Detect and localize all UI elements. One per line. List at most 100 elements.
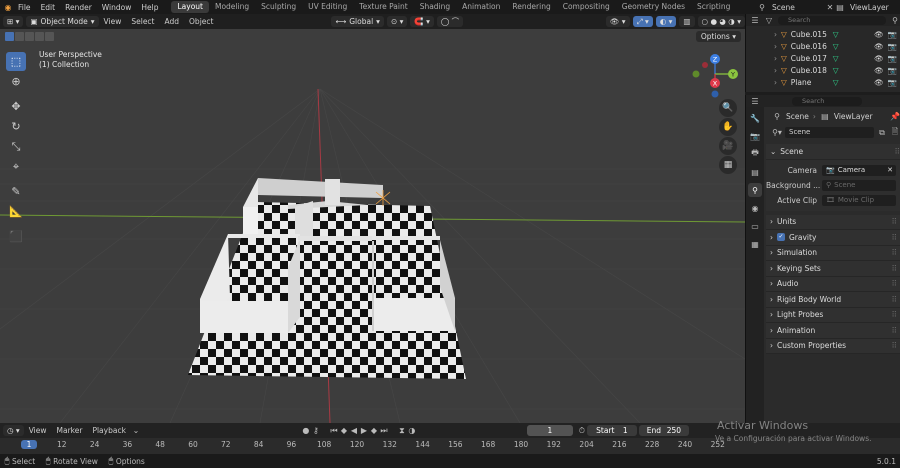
pivot-selector[interactable]: ⊙ ▾ — [386, 16, 408, 27]
measure-tool-icon[interactable]: 📐 — [6, 202, 26, 221]
outliner-item[interactable]: › ▽ Cube.016 ▽ 👁 📷 — [746, 40, 900, 52]
drag-handle-icon[interactable]: ⠿ — [892, 217, 898, 226]
scene-icon[interactable]: ⚲ — [757, 3, 767, 12]
camera-view-icon[interactable]: 🎥 — [719, 137, 737, 155]
tab-compositing[interactable]: Compositing — [557, 1, 616, 13]
subpanel-header[interactable]: › Keying Sets ⠿ — [766, 261, 900, 277]
menu-edit[interactable]: Edit — [36, 3, 61, 12]
visibility-toggle[interactable]: 👁 ▾ — [605, 16, 630, 27]
shading-modes[interactable]: ○ ● ◕ ◑ ▾ — [697, 16, 745, 27]
xray-toggle[interactable]: ▥ — [679, 16, 695, 27]
subpanel-header[interactable]: › Units ⠿ — [766, 214, 900, 230]
record-icon[interactable]: ● — [301, 426, 311, 435]
tab-geometry-nodes[interactable]: Geometry Nodes — [616, 1, 691, 13]
3d-viewport[interactable]: Z Y X User Perspective (1) Collection Op… — [0, 29, 745, 423]
viewport-menu-add[interactable]: Add — [160, 17, 185, 26]
next-keyframe-icon[interactable]: ◆ — [369, 426, 379, 435]
view-layer-tab-icon[interactable]: ▤ — [748, 165, 762, 179]
sync-icon[interactable]: ◑ — [407, 426, 417, 435]
visibility-eye-icon[interactable]: 👁 — [874, 54, 884, 63]
add-cube-tool-icon[interactable]: ⬛ — [6, 227, 26, 246]
keying-icon[interactable]: ⚷ — [311, 426, 321, 435]
output-tab-icon[interactable]: 🖶 — [748, 147, 762, 161]
keyframe-filter-icon[interactable]: ⧗ — [397, 426, 407, 436]
timeline-menu-marker[interactable]: Marker — [52, 426, 88, 435]
close-scene-icon[interactable]: ✕ — [825, 3, 835, 12]
options-button[interactable]: Options ▾ — [695, 31, 741, 42]
scene-panel-header[interactable]: ⌄ Scene ⠿ — [766, 144, 900, 160]
render-camera-icon[interactable]: 📷 — [888, 66, 897, 75]
ortho-grid-icon[interactable]: ▦ — [719, 156, 737, 174]
mode-selector[interactable]: ▣ Object Mode ▾ — [26, 16, 99, 27]
drag-handle-icon[interactable]: ⠿ — [892, 341, 898, 350]
viewport-menu-select[interactable]: Select — [126, 17, 159, 26]
render-camera-icon[interactable]: 📷 — [888, 42, 897, 51]
outliner-filter-icon[interactable]: ⚲ — [890, 16, 900, 25]
scale-tool-icon[interactable]: ⤡ — [6, 137, 26, 156]
select-box-tool-icon[interactable]: ⬚ — [6, 52, 26, 71]
visibility-eye-icon[interactable]: 👁 — [874, 78, 884, 87]
annotate-tool-icon[interactable]: ✎ — [6, 182, 26, 201]
play-icon[interactable]: ▶ — [359, 426, 369, 435]
drag-handle-icon[interactable]: ⠿ — [892, 310, 898, 319]
tab-sculpting[interactable]: Sculpting — [255, 1, 302, 13]
camera-field[interactable]: 📷 Camera ✕ — [822, 164, 896, 176]
pin-icon[interactable]: 📌 — [890, 112, 900, 121]
zoom-icon[interactable]: 🔍 — [719, 99, 737, 117]
texture-tab-icon[interactable]: ▦ — [748, 237, 762, 251]
drag-handle-icon[interactable]: ⠿ — [895, 147, 900, 156]
render-camera-icon[interactable]: 📷 — [888, 54, 897, 63]
snap-toggle[interactable]: 🧲 ▾ — [410, 16, 434, 27]
outliner-item[interactable]: › ▽ Cube.017 ▽ 👁 📷 — [746, 52, 900, 64]
expand-arrow-icon[interactable]: › — [774, 78, 777, 87]
current-frame-field[interactable]: 1 — [526, 425, 573, 436]
timeline-editor-type-button[interactable]: ◷ ▾ — [3, 425, 24, 436]
overlays-toggle[interactable]: ◐ ▾ — [655, 16, 677, 27]
gravity-checkbox[interactable]: ✓ — [777, 233, 785, 242]
select-new-icon[interactable] — [5, 32, 14, 41]
editor-type-button[interactable]: ⊞ ▾ — [3, 16, 24, 27]
drag-handle-icon[interactable]: ⠿ — [892, 264, 898, 273]
subpanel-header[interactable]: › Audio ⠿ — [766, 276, 900, 292]
gizmo-toggle[interactable]: ⤢ ▾ — [632, 16, 653, 27]
clear-camera-icon[interactable]: ✕ — [887, 166, 893, 174]
current-frame-marker[interactable]: 1 — [21, 440, 37, 449]
subpanel-header[interactable]: › Light Probes ⠿ — [766, 307, 900, 323]
menu-help[interactable]: Help — [136, 3, 163, 12]
select-intersect-icon[interactable] — [45, 32, 54, 41]
render-camera-icon[interactable]: 📷 — [888, 30, 897, 39]
blender-logo-icon[interactable]: ◉ — [3, 3, 13, 12]
play-reverse-icon[interactable]: ◀ — [349, 426, 359, 435]
view-layer-selector[interactable]: ViewLayer — [845, 3, 900, 12]
new-scene-icon[interactable]: 🗎 — [890, 126, 900, 140]
properties-type-icon[interactable]: ☰ — [750, 97, 760, 106]
navigation-gizmo[interactable]: Z Y X — [692, 54, 739, 98]
transform-tool-icon[interactable]: ⌖ — [6, 157, 26, 176]
tab-layout[interactable]: Layout — [171, 1, 209, 13]
scene-tab-icon[interactable]: ⚲ — [748, 183, 762, 197]
scene-name-field[interactable]: Scene — [785, 127, 874, 138]
drag-handle-icon[interactable]: ⠿ — [892, 248, 898, 257]
jump-end-icon[interactable]: ⏭ — [379, 426, 389, 436]
tab-texture-paint[interactable]: Texture Paint — [353, 1, 413, 13]
expand-arrow-icon[interactable]: › — [774, 30, 777, 39]
jump-start-icon[interactable]: ⏮ — [329, 426, 339, 436]
tool-tab-icon[interactable]: 🔧 — [748, 111, 762, 125]
subpanel-header[interactable]: › Animation ⠿ — [766, 323, 900, 339]
tab-uv-editing[interactable]: UV Editing — [302, 1, 353, 13]
subpanel-header[interactable]: › ✓ Gravity ⠿ — [766, 230, 900, 246]
drag-handle-icon[interactable]: ⠿ — [892, 279, 898, 288]
viewport-menu-view[interactable]: View — [99, 17, 127, 26]
visibility-eye-icon[interactable]: 👁 — [874, 42, 884, 51]
subpanel-header[interactable]: › Rigid Body World ⠿ — [766, 292, 900, 308]
subpanel-header[interactable]: › Simulation ⠿ — [766, 245, 900, 261]
visibility-eye-icon[interactable]: 👁 — [874, 30, 884, 39]
scene-selector[interactable]: Scene — [767, 3, 825, 12]
viewport-menu-object[interactable]: Object — [184, 17, 218, 26]
outliner-search-input[interactable]: Search — [778, 15, 886, 25]
world-tab-icon[interactable]: ◉ — [748, 201, 762, 215]
drag-handle-icon[interactable]: ⠿ — [892, 233, 898, 242]
subpanel-header[interactable]: › Custom Properties ⠿ — [766, 338, 900, 354]
copy-scene-icon[interactable]: ⧉ — [877, 128, 887, 138]
select-invert-icon[interactable] — [35, 32, 44, 41]
